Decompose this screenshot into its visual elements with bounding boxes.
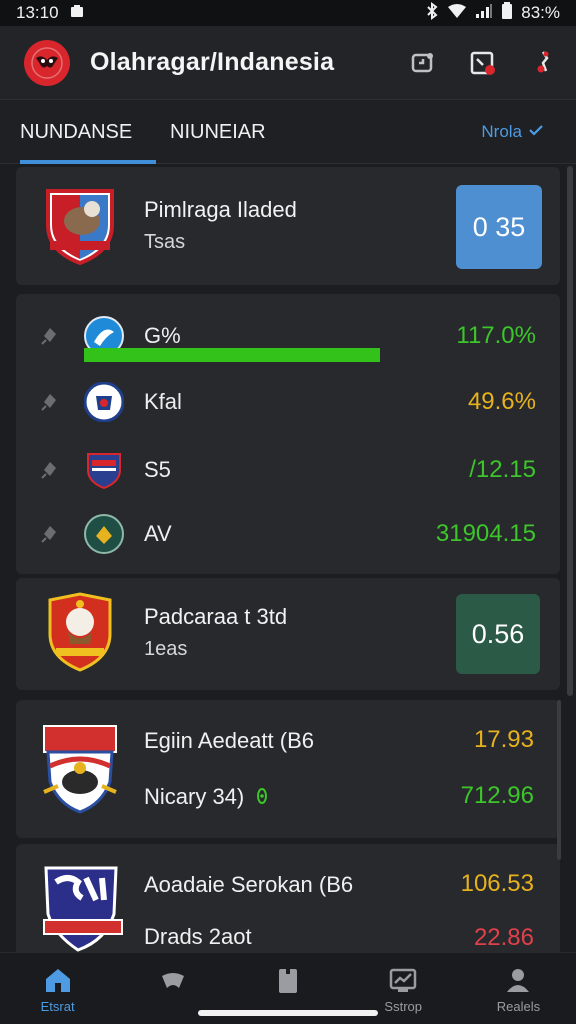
wifi-icon (447, 3, 467, 24)
tab-nundanse-label: NUNDANSE (20, 120, 133, 143)
check-icon (528, 122, 544, 142)
match-card[interactable]: Aoadaie Serokan (B6 106.53 Drads 2aot 22… (16, 844, 560, 952)
tab-niuneiar-label: NIUNEIAR (170, 120, 266, 143)
app-logo[interactable] (24, 39, 70, 86)
match-value: 17.93 (473, 726, 534, 753)
bluetooth-icon (425, 1, 439, 25)
filter-dropdown[interactable]: Nrola (481, 100, 544, 164)
stat-label: AV (144, 521, 172, 546)
team-card[interactable]: Pimlraga Iladed Tsas 0 35 (16, 167, 560, 285)
app-title: Olahragar/Indanesia (90, 48, 335, 76)
match-subname: Drads 2aot (144, 924, 252, 949)
tab-nundanse[interactable]: NUNDANSE (20, 100, 156, 164)
pin-icon[interactable] (38, 324, 60, 348)
team-name: Pimlraga Iladed (144, 197, 297, 222)
match-subname: Nicary 34) (144, 784, 268, 811)
team-crest (40, 722, 120, 814)
stat-row[interactable]: S5 /12.15 (16, 440, 560, 500)
status-bar: 13:10 83:% (0, 0, 576, 26)
app-bar: Olahragar/Indanesia (0, 26, 576, 100)
stat-label: Kfal (144, 389, 182, 414)
scrollbar-secondary[interactable] (557, 700, 561, 860)
score-box[interactable]: 0.56 (456, 594, 540, 674)
signal-icon (475, 3, 493, 24)
match-subvalue: 22.86 (473, 924, 534, 951)
live-score-icon[interactable] (468, 48, 498, 78)
team-name: Padcaraa t 3td (144, 604, 288, 629)
match-subname-text: Nicary 34) (144, 784, 245, 809)
home-icon (42, 965, 74, 995)
team-badge (83, 381, 125, 423)
stat-value: 117.0% (456, 322, 536, 349)
live-indicator-icon (256, 785, 268, 811)
match-name: Aoadaie Serokan (B6 (144, 872, 354, 897)
stat-progress-fill (84, 348, 380, 362)
team-subtitle: 1eas (144, 638, 188, 660)
match-subvalue: 712.96 (460, 782, 534, 809)
pin-icon[interactable] (38, 390, 60, 414)
stat-row[interactable]: Kfal 49.6% (16, 372, 560, 432)
nav-home[interactable]: Etsrat (0, 953, 115, 1024)
ball-icon (157, 965, 189, 995)
alert-icon[interactable] (528, 48, 558, 78)
nav-home-label: Etsrat (40, 999, 75, 1014)
match-card[interactable]: Egiin Aedeatt (B6 17.93 Nicary 34) 712.9… (16, 700, 560, 838)
status-time: 13:10 (16, 3, 59, 22)
score-box[interactable]: 0 35 (456, 185, 542, 269)
clipboard-icon (272, 965, 304, 995)
match-value: 106.53 (460, 870, 534, 897)
team-subtitle: Tsas (144, 231, 186, 253)
profile-icon (502, 965, 534, 995)
tab-bar: NUNDANSE NIUNEIAR Nrola (0, 100, 576, 164)
team-badge (84, 514, 124, 554)
chart-icon (387, 965, 419, 995)
team-card[interactable]: Padcaraa t 3td 1eas 0.56 (16, 578, 560, 690)
team-crest (42, 864, 124, 952)
nav-stats-label: Sstrop (384, 999, 422, 1014)
stat-value: /12.15 (469, 456, 536, 483)
battery-level: 83:% (521, 3, 560, 22)
team-crest (46, 592, 114, 672)
scrollbar[interactable] (567, 166, 573, 696)
sync-icon[interactable] (408, 48, 438, 78)
match-name: Egiin Aedeatt (B6 (144, 728, 315, 753)
battery-icon (501, 1, 513, 25)
stat-label: S5 (144, 457, 171, 482)
stat-label: G% (144, 323, 181, 348)
notification-icon (69, 3, 85, 24)
home-indicator[interactable] (198, 1010, 378, 1016)
stat-progress-bar (84, 348, 380, 362)
pin-icon[interactable] (38, 458, 60, 482)
pin-icon[interactable] (38, 522, 60, 546)
nav-profile[interactable]: Realels (461, 953, 576, 1024)
team-badge (84, 450, 124, 490)
stat-row[interactable]: AV 31904.15 (16, 504, 560, 564)
team-crest (42, 185, 118, 266)
filter-label: Nrola (481, 122, 522, 141)
stat-value: 49.6% (467, 388, 536, 415)
nav-profile-label: Realels (496, 999, 541, 1014)
stat-value: 31904.15 (435, 520, 536, 547)
stats-card: G% 117.0% Kfal 49.6% S5 /12.15 AV 31904.… (16, 294, 560, 574)
tab-niuneiar[interactable]: NIUNEIAR (170, 100, 266, 164)
